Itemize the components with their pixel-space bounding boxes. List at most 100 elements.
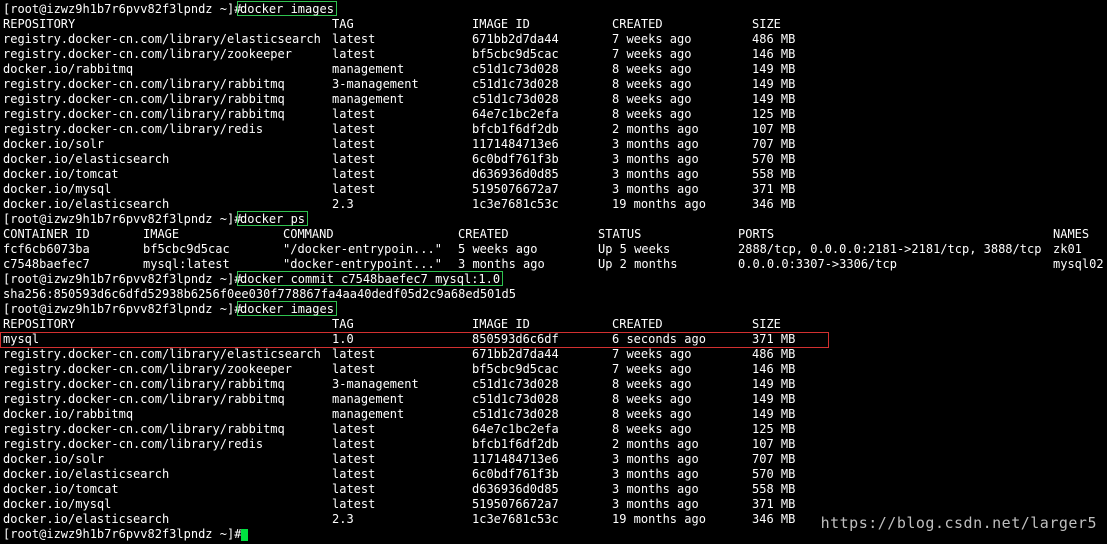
image-row: registry.docker-cn.com/library/rabbitmq 3… bbox=[0, 77, 1107, 92]
size-cell: 486 MB bbox=[752, 347, 796, 361]
created-cell: 2 months ago bbox=[612, 437, 699, 451]
repository-cell: docker.io/elasticsearch bbox=[3, 512, 170, 526]
image-id-cell: 6c0bdf761f3b bbox=[472, 467, 559, 481]
image-row: docker.io/rabbitmq management c51d1c73d028… bbox=[0, 62, 1107, 77]
tag-cell: latest bbox=[332, 47, 376, 61]
created-cell: 19 months ago bbox=[612, 197, 706, 211]
image-id-cell: 64e7c1bc2efa bbox=[472, 107, 559, 121]
ports-cell: 2888/tcp, 0.0.0.0:2181->2181/tcp, 3888/t… bbox=[738, 242, 1042, 256]
repository-cell: registry.docker-cn.com/library/rabbitmq bbox=[3, 377, 285, 391]
repository-cell: registry.docker-cn.com/library/zookeeper bbox=[3, 47, 292, 61]
image-header: IMAGE bbox=[143, 227, 180, 241]
size-cell: 371 MB bbox=[752, 497, 796, 511]
command-ps[interactable]: docker ps bbox=[237, 211, 309, 226]
image-row: registry.docker-cn.com/library/rabbitmq 3… bbox=[0, 377, 1107, 392]
repository-cell: registry.docker-cn.com/library/rabbitmq bbox=[3, 92, 285, 106]
image-id-cell: d636936d0d85 bbox=[472, 167, 559, 181]
image-row: registry.docker-cn.com/library/elasticse… bbox=[0, 32, 1107, 47]
repository-cell: registry.docker-cn.com/library/elasticse… bbox=[3, 347, 321, 361]
created-cell: 8 weeks ago bbox=[612, 92, 692, 106]
image-id-cell: 1c3e7681c53c bbox=[472, 512, 559, 526]
image-id-cell: 64e7c1bc2efa bbox=[472, 422, 559, 436]
repository-cell: docker.io/mysql bbox=[3, 182, 112, 196]
size-cell: 125 MB bbox=[752, 107, 796, 121]
image-row: mysql 1.0 850593d6c6df 6 seconds ago 371 MB bbox=[0, 332, 1107, 348]
image-row: docker.io/mysql latest 5195076672a7 3 month… bbox=[0, 182, 1107, 197]
created-cell: 8 weeks ago bbox=[612, 422, 692, 436]
created-cell: 8 weeks ago bbox=[612, 107, 692, 121]
tag-cell: management bbox=[332, 62, 405, 76]
image-id-cell: bfcb1f6df2db bbox=[472, 122, 559, 136]
repository-cell: docker.io/elasticsearch bbox=[3, 467, 170, 481]
size-cell: 707 MB bbox=[752, 452, 796, 466]
status-cell: Up 5 weeks bbox=[598, 242, 671, 256]
tag-cell: 3-management bbox=[332, 77, 419, 91]
prompt-line: [root@izwz9h1b7r6pvv82f3lpndz ~]# docker … bbox=[0, 301, 1107, 317]
image-row: docker.io/tomcat latest d636936d0d85 3 mont… bbox=[0, 482, 1107, 497]
repository-header: REPOSITORY bbox=[3, 17, 76, 31]
command-commit[interactable]: docker commit c7548baefec7 mysql:1.0 bbox=[237, 271, 504, 286]
size-cell: 558 MB bbox=[752, 482, 796, 496]
image-row: registry.docker-cn.com/library/rabbitmq l… bbox=[0, 107, 1107, 122]
prompt-line: [root@izwz9h1b7r6pvv82f3lpndz ~]# docker … bbox=[0, 211, 1107, 227]
image-row: docker.io/tomcat latest d636936d0d85 3 mont… bbox=[0, 167, 1107, 182]
watermark: https://blog.csdn.net/larger5 bbox=[820, 514, 1097, 532]
repository-cell: docker.io/rabbitmq bbox=[3, 407, 134, 421]
created-cell: 5 weeks ago bbox=[458, 242, 538, 256]
tag-cell: latest bbox=[332, 167, 376, 181]
image-row: registry.docker-cn.com/library/redis late… bbox=[0, 437, 1107, 452]
tag-cell: latest bbox=[332, 452, 376, 466]
command-images-1[interactable]: docker images bbox=[237, 1, 337, 16]
tag-header: TAG bbox=[332, 317, 354, 331]
image-cell: mysql:latest bbox=[143, 257, 230, 271]
commit-output-line: sha256:850593d6c6dfd52938b6256f0ee030f77… bbox=[0, 287, 1107, 302]
image-row: registry.docker-cn.com/library/elasticse… bbox=[0, 347, 1107, 362]
size-header: SIZE bbox=[752, 317, 781, 331]
image-id-cell: 1171484713e6 bbox=[472, 452, 559, 466]
size-cell: 346 MB bbox=[752, 197, 796, 211]
tag-cell: latest bbox=[332, 437, 376, 451]
terminal-window[interactable]: [root@izwz9h1b7r6pvv82f3lpndz ~]# docker … bbox=[0, 0, 1107, 544]
names-cell: mysql02 bbox=[1053, 257, 1104, 271]
names-cell: zk01 bbox=[1053, 242, 1082, 256]
images-header-row: REPOSITORY TAG IMAGE ID CREATED SIZE bbox=[0, 317, 1107, 332]
image-row: docker.io/mysql latest 5195076672a7 3 month… bbox=[0, 497, 1107, 512]
created-cell: 8 weeks ago bbox=[612, 407, 692, 421]
created-cell: 8 weeks ago bbox=[612, 392, 692, 406]
tag-cell: latest bbox=[332, 182, 376, 196]
command-images-2[interactable]: docker images bbox=[237, 301, 337, 316]
created-header: CREATED bbox=[458, 227, 509, 241]
size-cell: 149 MB bbox=[752, 377, 796, 391]
size-cell: 107 MB bbox=[752, 122, 796, 136]
repository-cell: registry.docker-cn.com/library/redis bbox=[3, 437, 264, 451]
repository-cell: docker.io/tomcat bbox=[3, 167, 119, 181]
image-id-header: IMAGE ID bbox=[472, 317, 530, 331]
image-row: docker.io/solr latest 1171484713e6 3 months… bbox=[0, 137, 1107, 152]
container-row: c7548baefec7 mysql:latest "docker-entrypoi… bbox=[0, 257, 1107, 272]
repository-cell: registry.docker-cn.com/library/rabbitmq bbox=[3, 107, 285, 121]
created-cell: 2 months ago bbox=[612, 122, 699, 136]
created-cell: 8 weeks ago bbox=[612, 77, 692, 91]
image-id-cell: d636936d0d85 bbox=[472, 482, 559, 496]
repository-cell: registry.docker-cn.com/library/rabbitmq bbox=[3, 392, 285, 406]
image-row: registry.docker-cn.com/library/redis late… bbox=[0, 122, 1107, 137]
command-cell: "docker-entrypoint..." bbox=[283, 257, 442, 271]
prompt-line: [root@izwz9h1b7r6pvv82f3lpndz ~]# docker … bbox=[0, 271, 1107, 287]
repository-cell: docker.io/tomcat bbox=[3, 482, 119, 496]
tag-header: TAG bbox=[332, 17, 354, 31]
size-cell: 149 MB bbox=[752, 407, 796, 421]
image-id-cell: bfcb1f6df2db bbox=[472, 437, 559, 451]
size-cell: 570 MB bbox=[752, 152, 796, 166]
created-cell: 3 months ago bbox=[612, 152, 699, 166]
size-cell: 149 MB bbox=[752, 392, 796, 406]
created-cell: 3 months ago bbox=[612, 137, 699, 151]
status-header: STATUS bbox=[598, 227, 642, 241]
image-id-cell: bf5cbc9d5cac bbox=[472, 362, 559, 376]
tag-cell: 2.3 bbox=[332, 197, 354, 211]
repository-cell: registry.docker-cn.com/library/rabbitmq bbox=[3, 422, 285, 436]
image-row: registry.docker-cn.com/library/rabbitmq l… bbox=[0, 422, 1107, 437]
shell-prompt: [root@izwz9h1b7r6pvv82f3lpndz ~]# bbox=[3, 527, 242, 541]
created-header: CREATED bbox=[612, 317, 663, 331]
repository-cell: docker.io/elasticsearch bbox=[3, 197, 170, 211]
created-cell: 8 weeks ago bbox=[612, 377, 692, 391]
